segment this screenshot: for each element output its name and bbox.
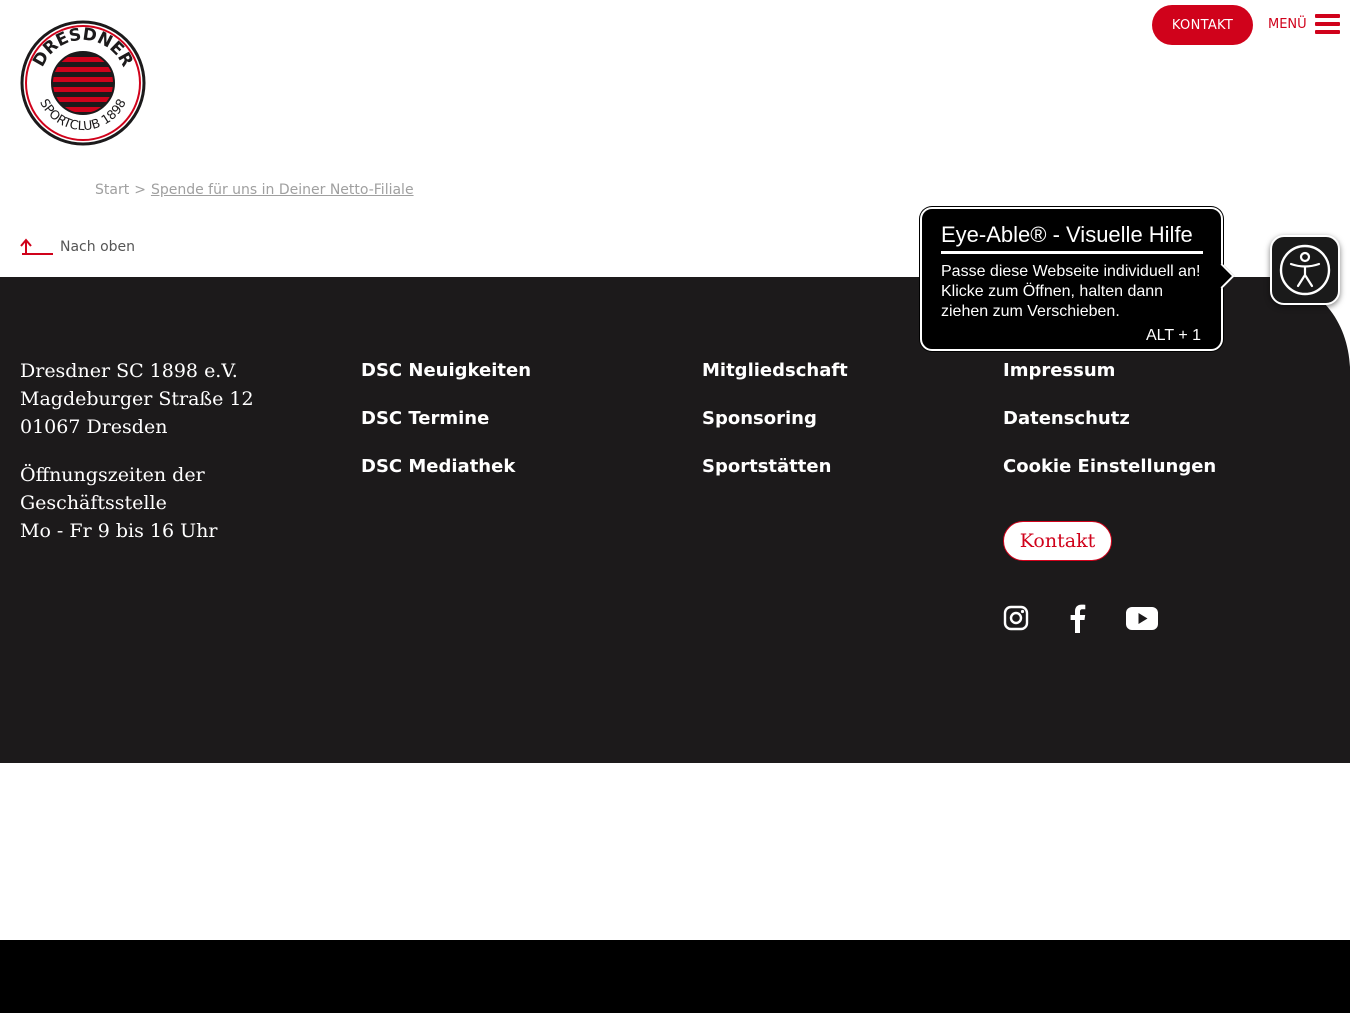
footer-link-neuigkeiten[interactable]: DSC Neuigkeiten	[361, 360, 531, 381]
breadcrumb: Start > Spende für uns in Deiner Netto-F…	[95, 182, 414, 198]
footer-link-impressum[interactable]: Impressum	[1003, 360, 1115, 381]
arrow-up-icon	[20, 238, 53, 255]
facebook-icon[interactable]	[1068, 603, 1086, 633]
eye-able-tooltip: Eye-Able® - Visuelle Hilfe Passe diese W…	[920, 207, 1235, 351]
instagram-icon[interactable]	[1003, 605, 1029, 631]
kontakt-button[interactable]: KONTAKT	[1152, 5, 1253, 45]
menu-label: MENÜ	[1268, 16, 1307, 32]
opening-hours: Öffnungszeiten der Geschäftsstelle Mo - …	[20, 461, 254, 545]
footer-link-datenschutz[interactable]: Datenschutz	[1003, 408, 1130, 429]
tooltip-text: Passe diese Webseite individuell an! Kli…	[941, 263, 1201, 320]
club-city: 01067 Dresden	[20, 416, 168, 438]
bottom-bar	[0, 940, 1350, 1013]
tooltip-shortcut: ALT + 1	[1146, 327, 1201, 344]
hours-line: Geschäftsstelle	[20, 492, 167, 514]
footer-link-mitgliedschaft[interactable]: Mitgliedschaft	[702, 360, 848, 381]
breadcrumb-start[interactable]: Start	[95, 182, 129, 198]
club-street: Magdeburger Straße 12	[20, 388, 254, 410]
footer-kontakt-button[interactable]: Kontakt	[1003, 521, 1112, 561]
tooltip-title: Eye-Able® - Visuelle Hilfe	[941, 222, 1203, 254]
youtube-icon[interactable]	[1126, 607, 1158, 630]
club-logo[interactable]: DRESDNER SPORTCLUB 1898	[20, 20, 146, 146]
footer-link-sportstaetten[interactable]: Sportstätten	[702, 456, 831, 477]
eye-able-button[interactable]	[1270, 235, 1340, 305]
footer-link-termine[interactable]: DSC Termine	[361, 408, 489, 429]
back-to-top-label: Nach oben	[60, 239, 136, 255]
footer-address: Dresdner SC 1898 e.V. Magdeburger Straße…	[20, 357, 254, 545]
footer-link-cookie-einstellungen[interactable]: Cookie Einstellungen	[1003, 456, 1216, 477]
hours-line: Mo - Fr 9 bis 16 Uhr	[20, 520, 218, 542]
back-to-top-link[interactable]: Nach oben	[20, 238, 135, 256]
footer-link-mediathek[interactable]: DSC Mediathek	[361, 456, 515, 477]
footer-link-sponsoring[interactable]: Sponsoring	[702, 408, 817, 429]
club-name: Dresdner SC 1898 e.V.	[20, 360, 238, 382]
hours-line: Öffnungszeiten der	[20, 464, 205, 486]
menu-button[interactable]: MENÜ	[1268, 12, 1340, 36]
accessibility-icon	[1279, 244, 1331, 296]
hamburger-icon	[1314, 14, 1340, 34]
breadcrumb-current[interactable]: Spende für uns in Deiner Netto-Filiale	[151, 182, 414, 198]
breadcrumb-separator: >	[134, 182, 146, 198]
